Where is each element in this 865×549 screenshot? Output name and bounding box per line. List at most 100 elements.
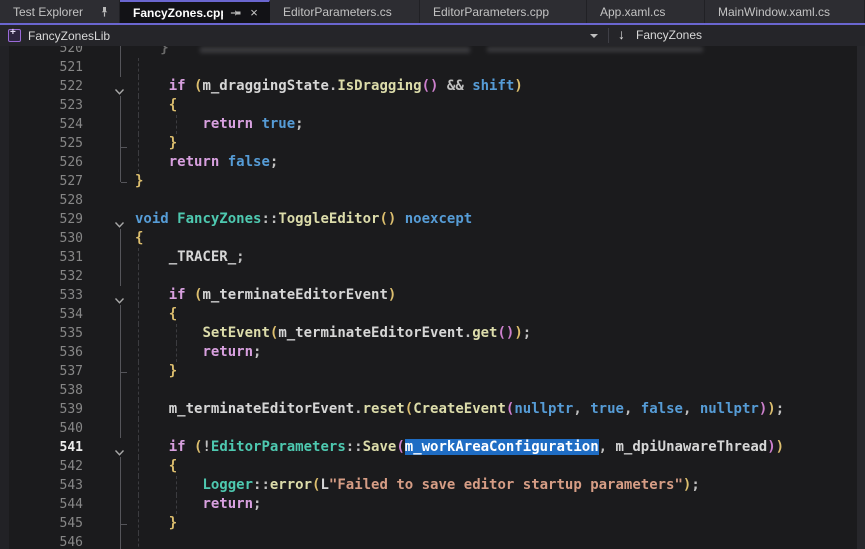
fold-chevron-icon[interactable] bbox=[114, 444, 125, 452]
token-op: ; bbox=[295, 116, 303, 132]
code-line-531[interactable]: 531 _TRACER_; bbox=[0, 248, 857, 267]
line-number: 534 bbox=[0, 305, 83, 324]
code-text[interactable]: if (m_terminateEditorEvent) bbox=[135, 286, 396, 305]
code-text[interactable]: Logger::error(L"Failed to save editor st… bbox=[135, 476, 700, 495]
code-editor[interactable]: 520 }521522 if (m_draggingState.IsDraggi… bbox=[0, 46, 865, 549]
pin-icon[interactable] bbox=[97, 5, 111, 19]
line-number: 533 bbox=[0, 286, 83, 305]
line-number: 535 bbox=[0, 324, 83, 343]
token-b1: ) bbox=[767, 401, 775, 417]
symbol-navigator[interactable]: FancyZones bbox=[636, 28, 702, 42]
code-text[interactable]: return; bbox=[135, 343, 261, 362]
code-line-538[interactable]: 538 bbox=[0, 381, 857, 400]
tab-fancyzones-cpp[interactable]: FancyZones.cpp× bbox=[120, 0, 270, 23]
tab-editorparameters-cpp[interactable]: EditorParameters.cpp bbox=[420, 0, 587, 23]
code-text[interactable]: } bbox=[135, 362, 177, 381]
code-line-526[interactable]: 526 return false; bbox=[0, 153, 857, 172]
code-text[interactable]: SetEvent(m_terminateEditorEvent.get()); bbox=[135, 324, 531, 343]
line-number: 523 bbox=[0, 96, 83, 115]
token-ws bbox=[135, 306, 169, 322]
code-line-528[interactable]: 528 bbox=[0, 191, 857, 210]
token-id: m_dpiUnawareThread bbox=[616, 439, 768, 455]
code-text[interactable]: _TRACER_; bbox=[135, 248, 245, 267]
token-op: ! bbox=[202, 439, 210, 455]
code-text[interactable]: { bbox=[135, 457, 177, 476]
close-icon[interactable]: × bbox=[247, 6, 261, 20]
code-line-542[interactable]: 542 { bbox=[0, 457, 857, 476]
code-text[interactable]: } bbox=[135, 172, 143, 191]
token-b1: { bbox=[135, 230, 143, 246]
token-kw1: nullptr bbox=[514, 401, 573, 417]
vertical-scrollbar[interactable] bbox=[857, 46, 865, 549]
code-line-529[interactable]: 529 void FancyZones::ToggleEditor() noexc… bbox=[0, 210, 857, 229]
code-line-541[interactable]: 541 if (!EditorParameters::Save(m_workAr… bbox=[0, 438, 857, 457]
token-b1: ) bbox=[514, 78, 522, 94]
code-text[interactable]: return true; bbox=[135, 115, 304, 134]
tab-test-explorer[interactable]: Test Explorer bbox=[0, 0, 120, 23]
code-line-546[interactable]: 546 bbox=[0, 533, 857, 549]
line-number: 529 bbox=[0, 210, 83, 229]
code-text[interactable]: { bbox=[135, 305, 177, 324]
code-line-524[interactable]: 524 return true; bbox=[0, 115, 857, 134]
token-op: , bbox=[573, 401, 590, 417]
tab-label: MainWindow.xaml.cs bbox=[718, 5, 856, 19]
line-number: 527 bbox=[0, 172, 83, 191]
code-text[interactable]: if (m_draggingState.IsDragging() && shif… bbox=[135, 77, 523, 96]
indent-guide bbox=[138, 58, 139, 77]
line-number: 545 bbox=[0, 514, 83, 533]
code-text[interactable]: { bbox=[135, 96, 177, 115]
code-line-544[interactable]: 544 return; bbox=[0, 495, 857, 514]
code-line-540[interactable]: 540 bbox=[0, 419, 857, 438]
code-line-535[interactable]: 535 SetEvent(m_terminateEditorEvent.get(… bbox=[0, 324, 857, 343]
token-b2: () bbox=[497, 325, 514, 341]
code-line-527[interactable]: 527} bbox=[0, 172, 857, 191]
code-line-534[interactable]: 534 { bbox=[0, 305, 857, 324]
code-text[interactable]: return false; bbox=[135, 153, 278, 172]
dropdown-caret-icon[interactable] bbox=[590, 34, 598, 38]
token-kw1: true bbox=[590, 401, 624, 417]
token-op: && bbox=[438, 78, 472, 94]
tab-editorparameters-cs[interactable]: EditorParameters.cs bbox=[270, 0, 420, 23]
code-line-536[interactable]: 536 return; bbox=[0, 343, 857, 362]
code-line-539[interactable]: 539 m_terminateEditorEvent.reset(CreateE… bbox=[0, 400, 857, 419]
token-ws bbox=[135, 135, 169, 151]
token-b2: ) bbox=[767, 439, 775, 455]
code-line-532[interactable]: 532 bbox=[0, 267, 857, 286]
indent-guide bbox=[138, 267, 139, 286]
tab-mainwindow-xaml-cs[interactable]: MainWindow.xaml.cs bbox=[705, 0, 865, 23]
code-line-525[interactable]: 525 } bbox=[0, 134, 857, 153]
token-kw2: if bbox=[169, 78, 194, 94]
token-fn: error bbox=[270, 477, 312, 493]
code-line-520[interactable]: 520 } bbox=[0, 46, 857, 58]
code-text[interactable]: void FancyZones::ToggleEditor() noexcept bbox=[135, 210, 472, 229]
fold-chevron-icon[interactable] bbox=[114, 83, 125, 91]
ide-window: Test ExplorerFancyZones.cpp×EditorParame… bbox=[0, 0, 865, 549]
pin-icon[interactable] bbox=[228, 6, 242, 20]
tab-label: App.xaml.cs bbox=[600, 5, 696, 19]
code-line-523[interactable]: 523 { bbox=[0, 96, 857, 115]
code-text[interactable]: if (!EditorParameters::Save(m_workAreaCo… bbox=[135, 438, 784, 457]
code-text[interactable]: } bbox=[135, 46, 169, 58]
fold-chevron-icon[interactable] bbox=[114, 292, 125, 300]
token-kw1: false bbox=[228, 154, 270, 170]
indent-guide bbox=[138, 381, 139, 400]
code-text[interactable]: } bbox=[135, 514, 177, 533]
fold-chevron-icon[interactable] bbox=[114, 216, 125, 224]
token-kw2: if bbox=[169, 287, 194, 303]
code-line-533[interactable]: 533 if (m_terminateEditorEvent) bbox=[0, 286, 857, 305]
token-ws bbox=[135, 249, 169, 265]
code-line-543[interactable]: 543 Logger::error(L"Failed to save edito… bbox=[0, 476, 857, 495]
project-selector[interactable]: FancyZonesLib bbox=[28, 29, 110, 43]
code-text[interactable]: m_terminateEditorEvent.reset(CreateEvent… bbox=[135, 400, 784, 419]
code-line-530[interactable]: 530{ bbox=[0, 229, 857, 248]
tab-app-xaml-cs[interactable]: App.xaml.cs bbox=[587, 0, 705, 23]
code-line-545[interactable]: 545 } bbox=[0, 514, 857, 533]
line-number: 537 bbox=[0, 362, 83, 381]
code-line-522[interactable]: 522 if (m_draggingState.IsDragging() && … bbox=[0, 77, 857, 96]
code-text[interactable]: } bbox=[135, 134, 177, 153]
code-text[interactable]: { bbox=[135, 229, 143, 248]
code-line-537[interactable]: 537 } bbox=[0, 362, 857, 381]
code-line-521[interactable]: 521 bbox=[0, 58, 857, 77]
tab-label: Test Explorer bbox=[13, 5, 92, 19]
code-text[interactable]: return; bbox=[135, 495, 261, 514]
